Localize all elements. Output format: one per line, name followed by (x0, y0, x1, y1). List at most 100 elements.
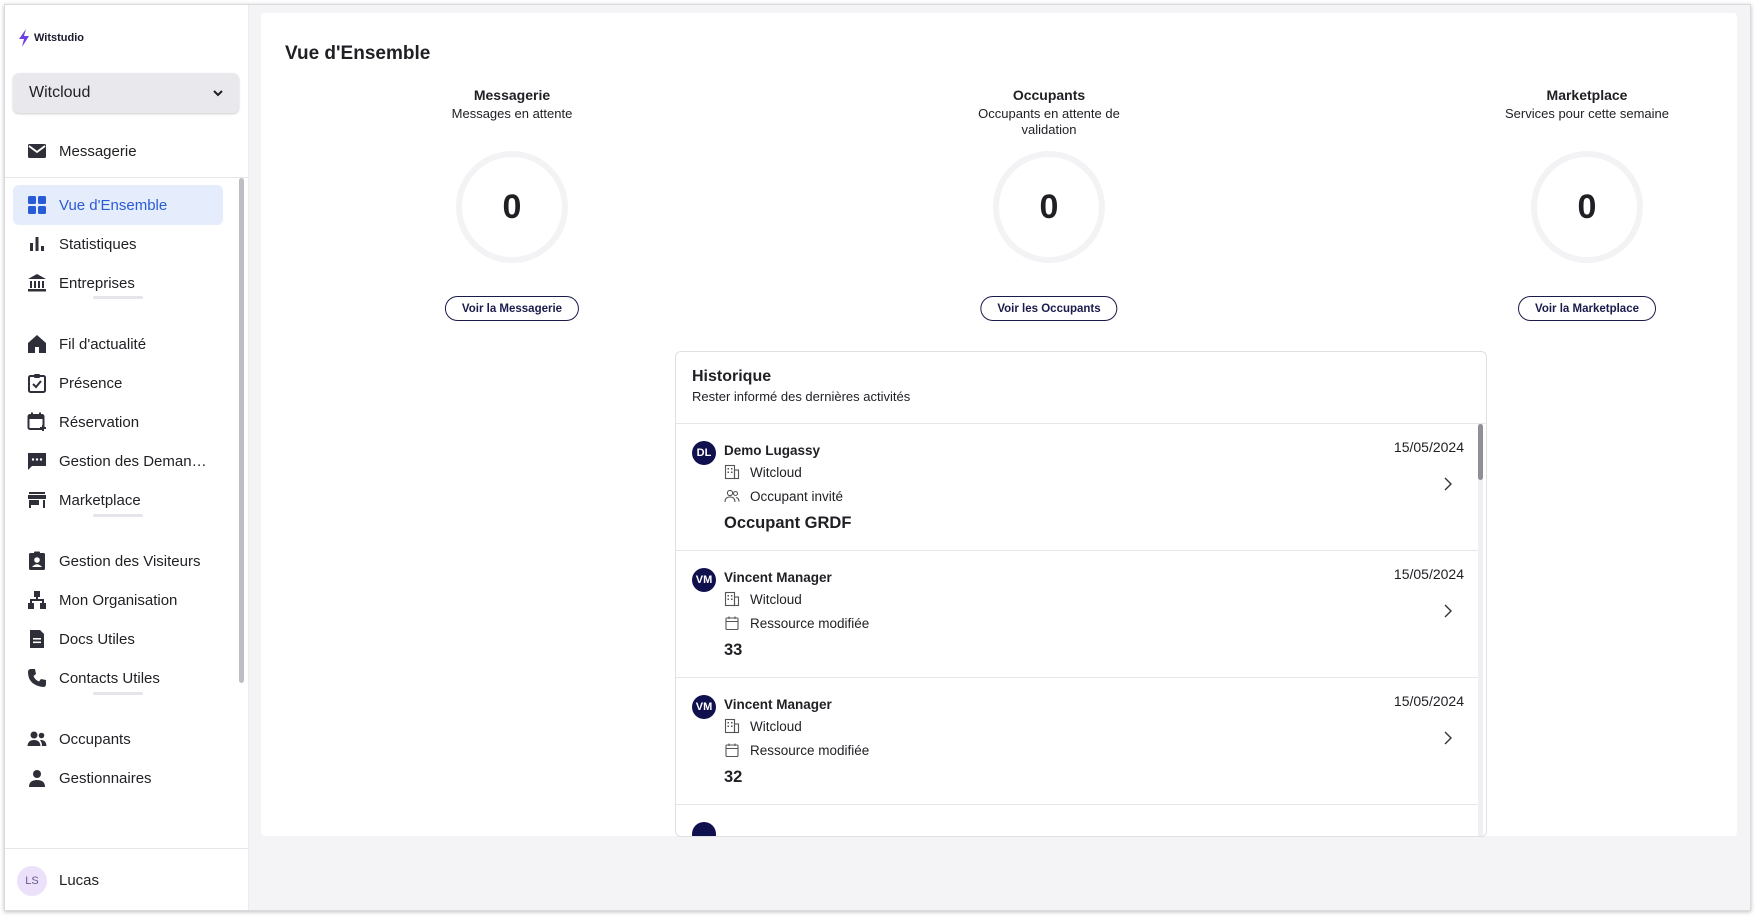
sidebar-item-label: Marketplace (59, 491, 141, 509)
sidebar-scrollbar[interactable] (239, 178, 244, 683)
org-chart-icon (27, 590, 47, 610)
entry-action: Occupant invité (750, 488, 844, 504)
card-title: Occupants (1012, 87, 1086, 103)
sidebar-item-statistiques[interactable]: Statistiques (13, 224, 223, 264)
sidebar: Witstudio Witcloud Messagerie Vue d'Ense… (5, 5, 249, 910)
count-circle: 0 (993, 151, 1105, 263)
history-scrollbar-thumb[interactable] (1478, 424, 1483, 480)
sidebar-nav: Vue d'Ensemble Statistiques Entreprises … (5, 178, 248, 851)
sidebar-item-label: Mon Organisation (59, 591, 178, 609)
chat-icon (27, 451, 47, 471)
entry-action: Ressource modifiée (750, 615, 870, 631)
chevron-down-icon (213, 90, 223, 97)
sidebar-item-label: Gestion des Deman… (59, 452, 207, 470)
history-panel: Historique Rester informé des dernières … (675, 351, 1487, 837)
user-name: Lucas (59, 872, 100, 889)
brand-name: Witstudio (34, 32, 84, 44)
brand-logo[interactable]: Witstudio (17, 29, 84, 47)
entry-date: 15/05/2024 (1393, 693, 1464, 709)
sidebar-item-fil-d-actualite[interactable]: Fil d'actualité (13, 324, 223, 364)
sidebar-item-mon-organisation[interactable]: Mon Organisation (13, 580, 223, 620)
sidebar-item-label: Entreprises (59, 274, 135, 292)
sidebar-item-label: Contacts Utiles (59, 669, 160, 687)
sidebar-item-reservation[interactable]: Réservation (13, 402, 223, 442)
count-circle: 0 (1531, 151, 1643, 263)
entry-company: Witcloud (750, 591, 802, 607)
user-profile[interactable]: LS Lucas (5, 848, 248, 910)
history-entry[interactable]: DL Demo Lugassy 15/05/2024 Witcloud Occu… (676, 424, 1480, 551)
card-marketplace: Marketplace Services pour cette semaine … (1467, 87, 1707, 321)
workspace-select[interactable]: Witcloud (13, 73, 239, 113)
sidebar-item-label: Fil d'actualité (59, 335, 147, 353)
store-icon (27, 490, 47, 510)
calendar-outline-icon (725, 743, 739, 758)
building-icon (724, 464, 740, 480)
card-messagerie: Messagerie Messages en attente 0 Voir la… (392, 87, 632, 321)
card-title: Messagerie (473, 87, 551, 103)
calendar-outline-icon (725, 616, 739, 631)
entry-value: 32 (724, 768, 743, 786)
sidebar-item-label: Statistiques (59, 235, 137, 253)
entry-author: Demo Lugassy (724, 443, 821, 458)
sidebar-item-label: Gestionnaires (59, 769, 152, 787)
history-scrollbar[interactable] (1478, 424, 1483, 836)
document-icon (27, 629, 47, 649)
main-content: Vue d'Ensemble Messagerie Messages en at… (261, 13, 1737, 837)
sidebar-group-divider (93, 296, 143, 299)
bank-icon (27, 273, 47, 293)
sidebar-item-presence[interactable]: Présence (13, 363, 223, 403)
avatar: VM (692, 695, 716, 719)
voir-occupants-button[interactable]: Voir les Occupants (980, 296, 1118, 321)
card-subtitle: Messages en attente (451, 106, 573, 121)
avatar: DL (692, 441, 716, 465)
dashboard-icon (27, 195, 47, 215)
avatar: LS (17, 865, 47, 896)
calendar-plus-icon (27, 412, 47, 432)
entry-date: 15/05/2024 (1393, 566, 1464, 582)
sidebar-item-label: Docs Utiles (59, 630, 135, 648)
entry-action: Ressource modifiée (750, 742, 870, 758)
clipboard-check-icon (27, 373, 47, 393)
entry-company: Witcloud (750, 464, 802, 480)
entry-action-row: Occupant invité (724, 488, 843, 504)
badge-icon (27, 551, 47, 571)
history-entry[interactable]: VM Vincent Manager 15/05/2024 Witcloud R… (676, 678, 1480, 805)
entry-author: Vincent Manager (724, 570, 832, 585)
sidebar-item-label: Occupants (59, 730, 131, 748)
card-occupants: Occupants Occupants en attente de valida… (929, 87, 1169, 321)
history-list: DL Demo Lugassy 15/05/2024 Witcloud Occu… (676, 424, 1480, 836)
person-icon (27, 768, 47, 788)
sidebar-item-label: Présence (59, 374, 123, 392)
bolt-icon (19, 29, 29, 47)
chevron-right-icon[interactable] (1440, 603, 1456, 619)
mail-icon (27, 141, 47, 161)
entry-value: Occupant GRDF (724, 514, 852, 532)
sidebar-item-gestion-des-demandes[interactable]: Gestion des Deman… (13, 441, 223, 481)
entry-author: Vincent Manager (724, 697, 832, 712)
avatar: VM (692, 568, 716, 592)
sidebar-item-label: Réservation (59, 413, 140, 431)
sidebar-item-gestionnaires[interactable]: Gestionnaires (13, 758, 223, 798)
voir-messagerie-button[interactable]: Voir la Messagerie (444, 296, 580, 321)
bar-chart-icon (27, 234, 47, 254)
building-icon (724, 591, 740, 607)
voir-marketplace-button[interactable]: Voir la Marketplace (1518, 296, 1656, 321)
chevron-right-icon[interactable] (1440, 476, 1456, 492)
sidebar-item-messagerie[interactable]: Messagerie (13, 132, 239, 170)
history-subtitle: Rester informé des dernières activités (692, 389, 911, 404)
sidebar-item-vue-d-ensemble[interactable]: Vue d'Ensemble (13, 185, 223, 225)
sidebar-item-occupants[interactable]: Occupants (13, 719, 223, 759)
home-icon (27, 334, 47, 354)
sidebar-item-gestion-des-visiteurs[interactable]: Gestion des Visiteurs (13, 541, 223, 581)
entry-action-row: Ressource modifiée (724, 615, 869, 631)
chevron-right-icon[interactable] (1440, 730, 1456, 746)
entry-company: Witcloud (750, 718, 802, 734)
sidebar-item-docs-utiles[interactable]: Docs Utiles (13, 619, 223, 659)
history-entry[interactable]: VM Vincent Manager 15/05/2024 Witcloud R… (676, 551, 1480, 678)
entry-value: 33 (724, 641, 743, 659)
history-entry[interactable] (676, 805, 1480, 836)
building-icon (724, 718, 740, 734)
phone-icon (27, 668, 47, 688)
people-icon (27, 729, 47, 749)
avatar (692, 822, 716, 836)
